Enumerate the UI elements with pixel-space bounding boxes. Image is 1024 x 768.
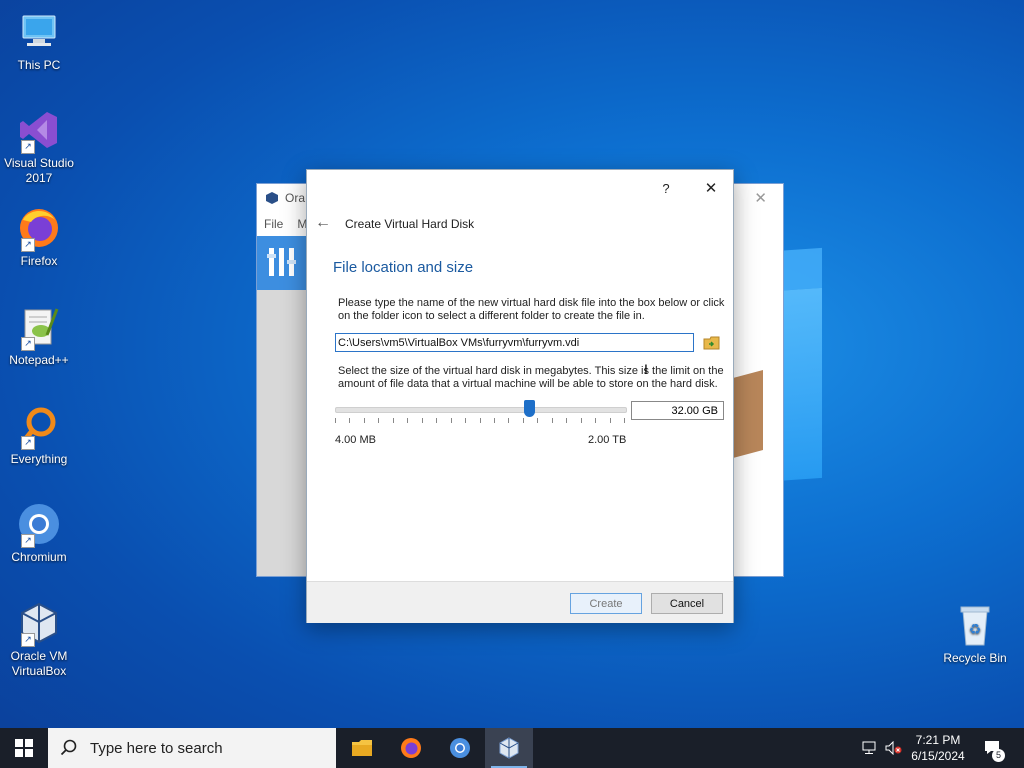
start-button[interactable] — [0, 728, 48, 768]
slider-tick — [335, 418, 336, 423]
virtualbox-icon — [265, 191, 279, 205]
menu-file[interactable]: File — [264, 217, 283, 231]
virtualbox-icon — [499, 737, 519, 759]
visual-studio-icon: ↗ — [17, 108, 61, 154]
chromium-icon — [450, 738, 470, 758]
slider-tick — [566, 418, 568, 423]
folder-icon — [352, 740, 372, 756]
search-icon — [60, 739, 78, 757]
desktop-icon-this-pc[interactable]: This PC — [0, 10, 79, 73]
size-input[interactable] — [631, 401, 724, 420]
help-button[interactable]: ? — [651, 176, 681, 200]
close-icon[interactable]: ✕ — [754, 189, 767, 207]
slider-tick — [595, 418, 597, 423]
slider-tick — [493, 418, 495, 423]
search-placeholder: Type here to search — [90, 739, 223, 757]
desktop-icon-virtualbox[interactable]: ↗ Oracle VM VirtualBox — [0, 601, 79, 679]
slider-tick — [421, 418, 423, 423]
size-slider-track[interactable] — [335, 407, 627, 413]
slider-tick — [537, 418, 539, 423]
tools-icon — [267, 248, 296, 276]
network-icon[interactable] — [860, 728, 880, 768]
create-button[interactable]: Create — [570, 593, 642, 614]
tools-button[interactable] — [257, 236, 307, 290]
firefox-icon — [401, 738, 421, 758]
folder-browse-icon[interactable] — [703, 334, 721, 352]
close-button[interactable]: ✕ — [696, 176, 726, 200]
desktop-icon-label: Notepad++ — [9, 353, 69, 367]
clock-time: 7:21 PM — [915, 733, 961, 747]
page-heading: File location and size — [333, 259, 474, 276]
min-size-label: 4.00 MB — [335, 434, 376, 446]
virtualbox-icon: ↗ — [17, 601, 61, 647]
desktop-icon-label: Oracle VM VirtualBox — [10, 649, 68, 678]
svg-text:♻: ♻ — [969, 622, 982, 638]
location-description: Please type the name of the new virtual … — [338, 297, 725, 322]
system-clock[interactable]: 7:21 PM 6/15/2024 — [898, 732, 978, 764]
taskbar: Type here to search 7:21 PM 6/15/2024 5 — [0, 728, 1024, 768]
desktop-icon-recycle-bin[interactable]: ♻ Recycle Bin — [935, 603, 1015, 666]
slider-tick — [479, 418, 481, 423]
slider-tick — [378, 418, 380, 423]
shortcut-arrow-icon: ↗ — [21, 238, 35, 252]
desktop-icon-notepad-plus-plus[interactable]: ↗ Notepad++ — [0, 305, 79, 368]
wizard-title: Create Virtual Hard Disk — [345, 217, 475, 231]
slider-tick — [436, 418, 438, 423]
size-slider-ticks — [335, 418, 625, 424]
taskbar-search-box[interactable]: Type here to search — [48, 728, 336, 768]
slider-tick — [349, 418, 351, 423]
back-arrow-icon[interactable]: ← — [315, 214, 331, 232]
chromium-icon: ↗ — [17, 502, 61, 548]
slider-tick — [551, 418, 553, 423]
taskbar-virtualbox[interactable] — [485, 728, 533, 768]
text-cursor-icon: I — [644, 361, 648, 377]
taskbar-firefox[interactable] — [387, 728, 435, 768]
shortcut-arrow-icon: ↗ — [21, 337, 35, 351]
desktop-icon-label: Visual Studio 2017 — [4, 156, 74, 185]
desktop-icon-label: Recycle Bin — [943, 651, 1007, 665]
slider-tick — [363, 418, 365, 423]
shortcut-arrow-icon: ↗ — [21, 534, 35, 548]
size-description: Select the size of the virtual hard disk… — [338, 365, 724, 390]
slider-tick — [508, 418, 510, 423]
everything-search-icon: ↗ — [17, 404, 61, 450]
slider-tick — [522, 418, 524, 423]
desktop-icon-visual-studio[interactable]: ↗ Visual Studio 2017 — [0, 108, 79, 186]
cancel-button[interactable]: Cancel — [651, 593, 723, 614]
notification-count-badge: 5 — [992, 749, 1005, 762]
create-virtual-hard-disk-dialog[interactable]: ? ✕ ← Create Virtual Hard Disk File loca… — [306, 169, 734, 623]
size-slider-thumb[interactable] — [523, 400, 535, 417]
slider-tick — [624, 418, 625, 423]
desktop-icon-label: Everything — [10, 452, 68, 466]
desktop-icon-everything[interactable]: ↗ Everything — [0, 404, 79, 467]
slider-tick — [580, 418, 582, 423]
dialog-footer: Create Cancel — [307, 581, 733, 623]
desktop-icon-firefox[interactable]: ↗ Firefox — [0, 206, 79, 269]
taskbar-file-explorer[interactable] — [338, 728, 386, 768]
desktop-icon-label: Firefox — [20, 254, 58, 268]
computer-icon — [17, 10, 61, 54]
shortcut-arrow-icon: ↗ — [21, 436, 35, 450]
slider-tick — [450, 418, 452, 423]
notification-center-icon[interactable]: 5 — [982, 728, 1005, 768]
desktop-icon-chromium[interactable]: ↗ Chromium — [0, 502, 79, 565]
slider-tick — [609, 418, 611, 423]
window-title: Ora — [285, 191, 306, 205]
notepad-plus-plus-icon: ↗ — [17, 305, 61, 351]
shortcut-arrow-icon: ↗ — [21, 140, 35, 154]
slider-tick — [392, 418, 394, 423]
max-size-label: 2.00 TB — [588, 434, 627, 446]
slider-tick — [465, 418, 467, 423]
file-path-input[interactable] — [335, 333, 694, 352]
desktop-icon-label: Chromium — [11, 550, 67, 564]
welcome-graphic — [733, 369, 763, 459]
shortcut-arrow-icon: ↗ — [21, 633, 35, 647]
windows-logo-icon — [15, 739, 33, 757]
slider-tick — [407, 418, 409, 423]
taskbar-chromium[interactable] — [436, 728, 484, 768]
desktop-icon-label: This PC — [17, 58, 61, 72]
clock-date: 6/15/2024 — [911, 749, 965, 763]
recycle-bin-icon: ♻ — [953, 603, 997, 647]
firefox-icon: ↗ — [17, 206, 61, 252]
